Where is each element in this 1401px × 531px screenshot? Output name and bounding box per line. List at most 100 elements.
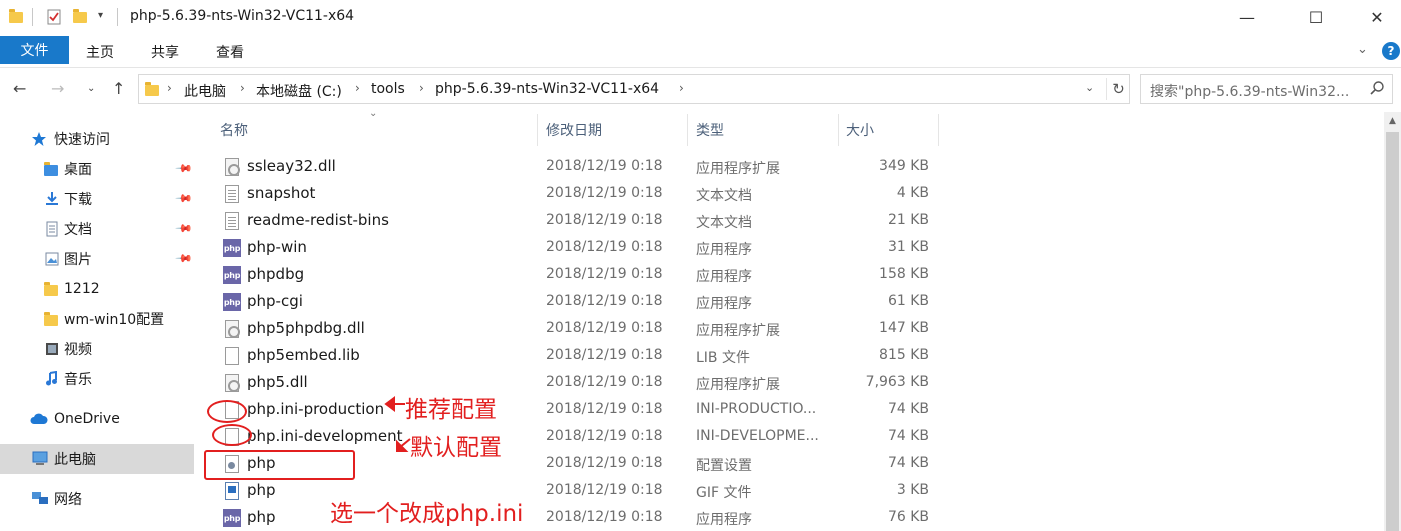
dll-icon — [225, 320, 240, 338]
file-size: 61 KB — [887, 293, 929, 309]
sidebar-item-network[interactable]: 网络 — [0, 484, 194, 514]
pin-icon[interactable]: 📌 — [174, 249, 193, 268]
breadcrumb-tools[interactable]: tools — [371, 81, 405, 97]
sidebar-item-videos[interactable]: 视频 — [0, 334, 194, 364]
help-icon[interactable]: ? — [1382, 42, 1400, 60]
file-row[interactable]: readme-redist-bins 2018/12/19 0:18 文本文档 21 … — [210, 208, 940, 235]
chevron-right-icon[interactable]: › — [355, 81, 360, 95]
file-date: 2018/12/19 0:18 — [546, 293, 663, 309]
file-type: 文本文档 — [696, 215, 752, 231]
breadcrumb-this-pc[interactable]: 此电脑 — [184, 81, 226, 101]
sidebar-item-this-pc[interactable]: 此电脑 — [0, 444, 194, 474]
expand-ribbon-icon[interactable]: ⌄ — [1357, 42, 1368, 57]
file-row[interactable]: php php 2018/12/19 0:18 应用程序 76 KB — [210, 505, 940, 531]
up-arrow-icon[interactable]: ↑ — [112, 79, 125, 98]
file-row[interactable]: php5.dll 2018/12/19 0:18 应用程序扩展 7,963 KB — [210, 370, 940, 397]
nav-quick-access[interactable]: 快速访问 — [0, 124, 194, 154]
dll-icon — [225, 374, 240, 392]
text-document-icon — [225, 185, 239, 203]
file-row[interactable]: php php-cgi 2018/12/19 0:18 应用程序 61 KB — [210, 289, 940, 316]
chevron-right-icon[interactable]: › — [240, 81, 245, 95]
title-separator — [117, 8, 118, 26]
file-row[interactable]: php 2018/12/19 0:18 GIF 文件 3 KB — [210, 478, 940, 505]
column-header-name[interactable]: 名称 — [220, 114, 248, 146]
file-date: 2018/12/19 0:18 — [546, 482, 663, 498]
column-divider[interactable] — [938, 114, 939, 146]
annotation-box — [204, 450, 355, 480]
sidebar-item-desktop[interactable]: 桌面 📌 — [0, 154, 194, 184]
file-type: 文本文档 — [696, 188, 752, 204]
file-row[interactable]: php phpdbg 2018/12/19 0:18 应用程序 158 KB — [210, 262, 940, 289]
file-size: 4 KB — [896, 185, 929, 201]
breadcrumb-php-folder[interactable]: php-5.6.39-nts-Win32-VC11-x64 — [435, 81, 659, 97]
music-icon — [44, 370, 60, 387]
file-type: INI-PRODUCTIO... — [696, 401, 817, 417]
computer-icon — [31, 451, 48, 467]
back-arrow-icon[interactable]: ← — [13, 79, 26, 98]
scrollbar-thumb[interactable] — [1386, 132, 1399, 531]
sidebar-item-documents[interactable]: 文档 📌 — [0, 214, 194, 244]
tab-file[interactable]: 文件 — [0, 36, 69, 64]
pin-icon[interactable]: 📌 — [174, 189, 193, 208]
tab-view[interactable]: 查看 — [216, 42, 244, 62]
file-date: 2018/12/19 0:18 — [546, 347, 663, 363]
properties-icon[interactable] — [46, 9, 62, 25]
minimize-button[interactable]: — — [1224, 0, 1270, 34]
refresh-icon[interactable]: ↻ — [1106, 78, 1130, 100]
file-date: 2018/12/19 0:18 — [546, 509, 663, 525]
sidebar-item-wm-win10[interactable]: wm-win10配置 — [0, 304, 194, 334]
sidebar-item-downloads[interactable]: 下载 📌 — [0, 184, 194, 214]
download-icon — [44, 191, 60, 207]
file-row[interactable]: snapshot 2018/12/19 0:18 文本文档 4 KB — [210, 181, 940, 208]
network-icon — [31, 491, 48, 507]
close-button[interactable]: ✕ — [1354, 0, 1400, 34]
maximize-button[interactable]: ☐ — [1293, 0, 1339, 34]
column-header-date[interactable]: 修改日期 — [546, 114, 602, 146]
column-divider[interactable] — [537, 114, 538, 146]
tab-share[interactable]: 共享 — [151, 42, 179, 62]
tab-home[interactable]: 主页 — [86, 42, 114, 62]
scroll-up-icon[interactable]: ▲ — [1384, 112, 1401, 129]
file-type: INI-DEVELOPME... — [696, 428, 819, 444]
sidebar-item-onedrive[interactable]: OneDrive — [0, 404, 194, 434]
column-divider[interactable] — [838, 114, 839, 146]
chevron-right-icon[interactable]: › — [419, 81, 424, 95]
search-icon[interactable] — [1369, 80, 1385, 96]
file-row[interactable]: php5phpdbg.dll 2018/12/19 0:18 应用程序扩展 147 K… — [210, 316, 940, 343]
file-row[interactable]: php.ini-development 2018/12/19 0:18 INI-DE… — [210, 424, 940, 451]
file-type: 应用程序 — [696, 269, 752, 285]
address-dropdown-icon[interactable]: ⌄ — [1085, 81, 1094, 94]
file-row[interactable]: ssleay32.dll 2018/12/19 0:18 应用程序扩展 349 KB — [210, 154, 940, 181]
pin-icon[interactable]: 📌 — [174, 159, 193, 178]
customize-quick-access-icon[interactable]: ▾ — [98, 10, 103, 21]
column-header-size[interactable]: 大小 — [846, 114, 874, 146]
chevron-right-icon[interactable]: › — [679, 81, 684, 95]
nav-label: 下载 — [64, 192, 92, 208]
file-row[interactable]: php.ini-production 2018/12/19 0:18 INI-PRO… — [210, 397, 940, 424]
address-bar[interactable]: › 此电脑 › 本地磁盘 (C:) › tools › php-5.6.39-n… — [138, 74, 1130, 104]
pin-icon[interactable]: 📌 — [174, 219, 193, 238]
file-size: 74 KB — [887, 401, 929, 417]
vertical-scrollbar[interactable]: ▲ — [1384, 112, 1401, 531]
sidebar-item-pictures[interactable]: 图片 📌 — [0, 244, 194, 274]
search-box[interactable]: 搜索"php-5.6.39-nts-Win32... — [1140, 74, 1393, 104]
column-header-type[interactable]: 类型 — [696, 114, 724, 146]
file-row[interactable]: php php-win 2018/12/19 0:18 应用程序 31 KB — [210, 235, 940, 262]
file-name: ssleay32.dll — [247, 157, 336, 175]
chevron-right-icon[interactable]: › — [167, 81, 172, 95]
column-divider[interactable] — [687, 114, 688, 146]
file-size: 76 KB — [887, 509, 929, 525]
sidebar-item-music[interactable]: 音乐 — [0, 364, 194, 394]
breadcrumb-local-disk[interactable]: 本地磁盘 (C:) — [256, 81, 342, 101]
desktop-folder-icon — [44, 162, 58, 176]
file-name: php.ini-production — [247, 400, 385, 418]
recent-locations-icon[interactable]: ⌄ — [87, 83, 95, 94]
new-folder-icon[interactable] — [73, 9, 87, 23]
forward-arrow-icon[interactable]: → — [51, 79, 64, 98]
file-row[interactable]: php5embed.lib 2018/12/19 0:18 LIB 文件 815 KB — [210, 343, 940, 370]
file-date: 2018/12/19 0:18 — [546, 212, 663, 228]
sidebar-item-1212[interactable]: 1212 — [0, 274, 194, 304]
file-date: 2018/12/19 0:18 — [546, 266, 663, 282]
picture-icon — [44, 251, 60, 267]
php-app-icon: php — [223, 293, 241, 311]
